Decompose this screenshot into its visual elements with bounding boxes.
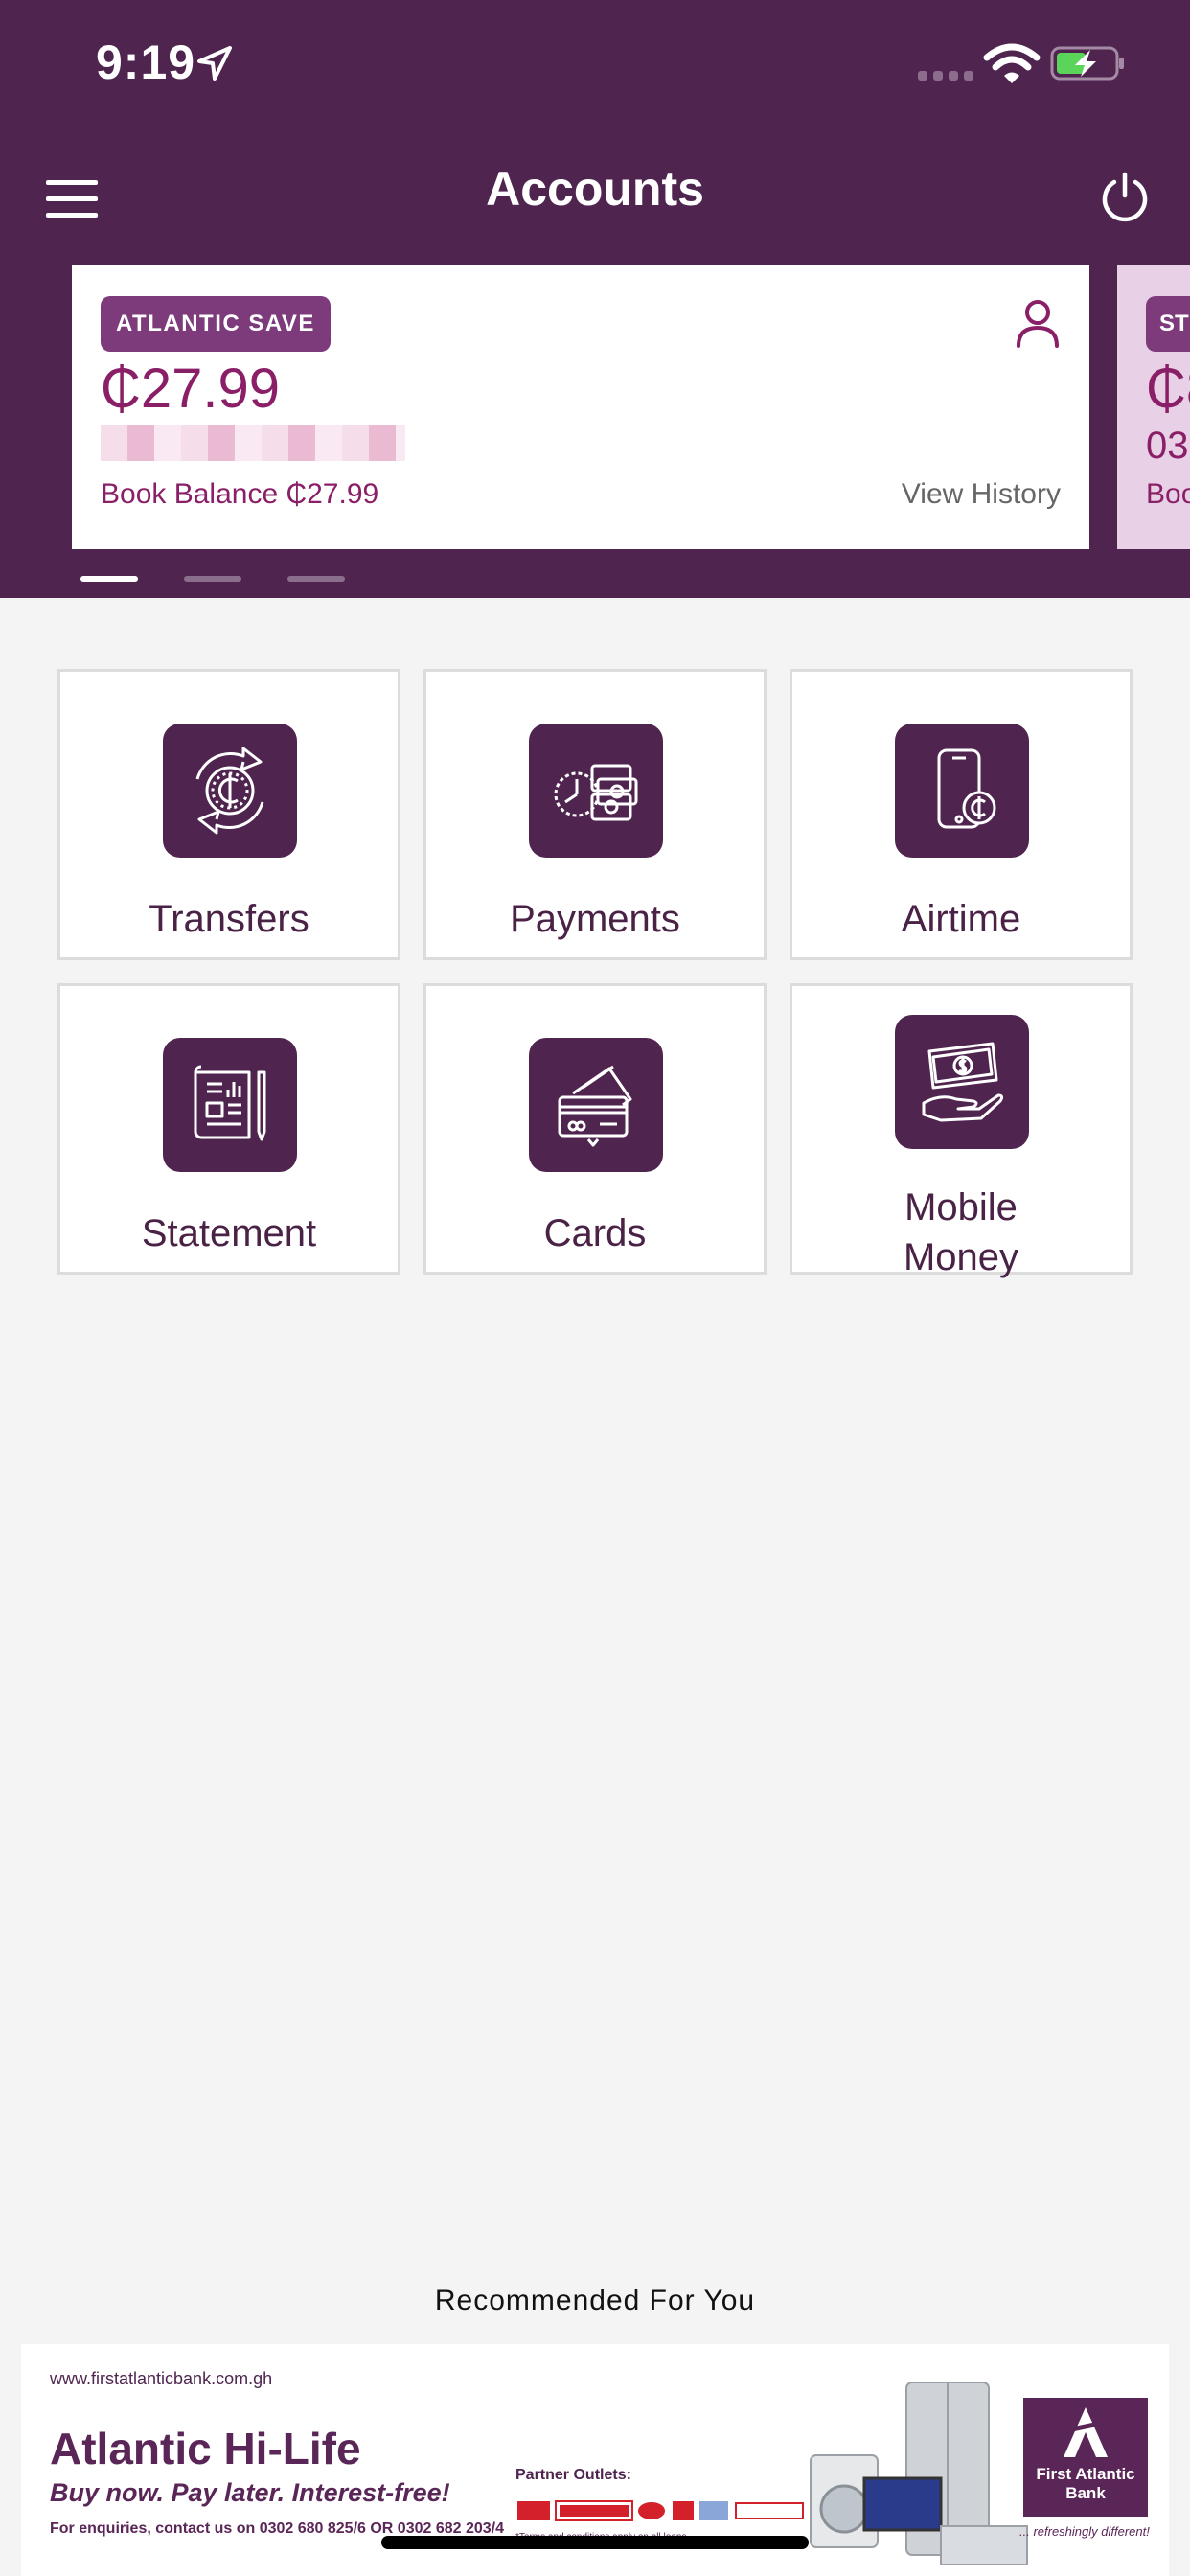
- account-number-masked: [101, 425, 405, 461]
- statement-icon: [194, 1065, 266, 1141]
- tile-label: Mobile Money: [903, 1186, 1019, 1278]
- header: 9:19 Accounts ATLANTIC SAVE ₵27.99 Book …: [0, 0, 1190, 598]
- transfer-cedi-icon: [195, 747, 264, 835]
- cellular-signal-icon: [918, 71, 973, 80]
- banner-url: www.firstatlanticbank.com.gh: [50, 2369, 273, 2388]
- account-user-icon[interactable]: [1015, 298, 1061, 348]
- services-grid: Transfers Payments Airtime Statement Car…: [57, 669, 1133, 1278]
- recommended-title: Recommended For You: [434, 2285, 756, 2316]
- account-type-badge: ATLANTIC SAVE: [101, 296, 331, 352]
- account-balance: ₵27.99: [101, 357, 281, 420]
- status-time: 9:19: [96, 35, 196, 89]
- partner-logos-icon: [517, 2500, 804, 2521]
- carousel-dot-1[interactable]: [80, 576, 138, 582]
- wifi-icon: [983, 43, 1041, 83]
- accounts-screen: 9:19 Accounts ATLANTIC SAVE ₵27.99 Book …: [0, 0, 1190, 2576]
- bank-logo: First Atlantic Bank: [1023, 2398, 1148, 2517]
- tile-label: Transfers: [149, 898, 309, 940]
- next-account-book: Boo: [1146, 478, 1190, 510]
- tile-label: Cards: [543, 1212, 647, 1254]
- next-account-balance: ₵8: [1146, 357, 1190, 420]
- next-account-card[interactable]: ST ₵8 03 Boo: [1117, 265, 1190, 549]
- home-indicator[interactable]: [381, 2536, 809, 2549]
- bank-logo-icon: [1064, 2407, 1108, 2457]
- mobile-money-icon: [922, 1042, 1004, 1122]
- banner-headline: Atlantic Hi-Life: [50, 2424, 361, 2473]
- book-balance: Book Balance ₵27.99: [101, 478, 379, 510]
- appliances-icon: [810, 2382, 1028, 2565]
- view-history-link[interactable]: View History: [902, 478, 1061, 511]
- account-card[interactable]: ATLANTIC SAVE ₵27.99 Book Balance ₵27.99…: [72, 265, 1089, 549]
- status-bar: 9:19: [0, 0, 1190, 134]
- banner-partner-label: Partner Outlets:: [515, 2467, 631, 2483]
- carousel-indicator[interactable]: [80, 576, 345, 582]
- cards-icon: [558, 1065, 632, 1147]
- logout-power-icon[interactable]: [1098, 171, 1152, 224]
- tile-label: Statement: [141, 1212, 317, 1254]
- tile-statement[interactable]: Statement: [57, 983, 400, 1275]
- tile-label: Payments: [510, 898, 680, 940]
- phone-cedi-icon: [937, 748, 996, 829]
- next-account-badge: ST: [1146, 296, 1190, 352]
- tile-cards[interactable]: Cards: [423, 983, 767, 1275]
- tile-payments[interactable]: Payments: [423, 669, 767, 960]
- location-arrow-icon: [197, 46, 232, 80]
- battery-charging-icon: [1050, 46, 1124, 80]
- payments-icon: [554, 764, 638, 821]
- page-title: Accounts: [486, 162, 704, 216]
- carousel-dot-3[interactable]: [287, 576, 345, 582]
- banner-tagline: ... refreshingly different!: [1019, 2524, 1150, 2539]
- bank-name: First Atlantic Bank: [1036, 2465, 1135, 2502]
- carousel-dot-2[interactable]: [184, 576, 241, 582]
- tile-airtime[interactable]: Airtime: [790, 669, 1133, 960]
- banner-subline: Buy now. Pay later. Interest-free!: [50, 2478, 450, 2507]
- tile-mobile-money[interactable]: Mobile Money: [790, 983, 1133, 1278]
- next-account-number: 03: [1146, 425, 1189, 467]
- tile-transfers[interactable]: Transfers: [57, 669, 400, 960]
- tile-label: Airtime: [901, 898, 1021, 940]
